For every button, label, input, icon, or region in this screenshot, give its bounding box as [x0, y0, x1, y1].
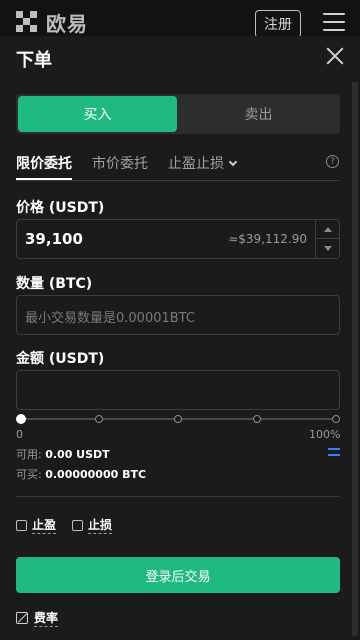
top-bar: 欧易 注册 — [0, 0, 360, 36]
chevron-down-icon — [228, 157, 238, 167]
amount-slider[interactable] — [16, 412, 340, 426]
scrollbar[interactable] — [352, 82, 358, 636]
swap-icon[interactable] — [327, 445, 341, 459]
price-label: 价格 (USDT) — [16, 200, 105, 216]
amount-label: 数量 (BTC) — [16, 276, 93, 292]
buyable-value: 0.00000000 BTC — [45, 468, 147, 481]
panel-header: 下单 — [0, 36, 360, 82]
price-stepper — [315, 220, 339, 258]
tab-tp-sl[interactable]: 止盈止损 — [168, 153, 238, 173]
slider-mark-100[interactable] — [332, 415, 340, 423]
available-balance: 可用: 0.00 USDT — [16, 446, 110, 462]
login-to-trade-button[interactable]: 登录后交易 — [16, 557, 340, 593]
slider-mark-25[interactable] — [95, 415, 103, 423]
fee-rate-link[interactable]: 费率 — [16, 609, 59, 627]
price-value: 39,100 — [25, 230, 83, 248]
take-profit-checkbox[interactable] — [16, 519, 27, 531]
help-icon[interactable]: ? — [326, 155, 339, 168]
tab-market-order[interactable]: 市价委托 — [92, 153, 148, 173]
menu-icon[interactable] — [323, 12, 345, 32]
tabs-divider — [16, 180, 340, 181]
tab-tp-sl-label: 止盈止损 — [168, 156, 224, 172]
stop-loss-checkbox[interactable] — [72, 519, 83, 531]
slider-thumb[interactable] — [16, 414, 26, 424]
tab-limit-order[interactable]: 限价委托 — [16, 153, 72, 173]
arrow-down-icon — [323, 246, 332, 251]
take-profit-option[interactable]: 止盈 — [16, 516, 57, 534]
sell-tab[interactable]: 卖出 — [179, 96, 338, 132]
total-label: 金额 (USDT) — [16, 351, 105, 367]
stop-loss-label: 止损 — [88, 518, 113, 534]
buyable-prefix: 可买: — [16, 468, 46, 481]
section-divider — [16, 496, 340, 497]
available-prefix: 可用: — [16, 448, 46, 461]
take-profit-label: 止盈 — [32, 518, 57, 534]
buyable-amount: 可买: 0.00000000 BTC — [16, 466, 146, 482]
slider-mark-50[interactable] — [174, 415, 182, 423]
fee-label: 费率 — [34, 611, 59, 627]
buy-tab[interactable]: 买入 — [18, 96, 177, 132]
okx-logo-icon — [16, 11, 38, 33]
logo-text: 欧易 — [46, 11, 88, 36]
order-type-tabs: 限价委托 市价委托 止盈止损 — [16, 151, 340, 181]
slider-max-label: 100% — [309, 428, 341, 441]
slider-min-label: 0 — [16, 428, 23, 441]
total-input[interactable] — [16, 370, 340, 410]
available-value: 0.00 USDT — [45, 448, 110, 461]
arrow-up-icon — [323, 226, 332, 232]
panel-title: 下单 — [16, 50, 52, 71]
price-increment-button[interactable] — [316, 220, 339, 239]
register-button[interactable]: 注册 — [255, 10, 301, 36]
fee-icon — [16, 612, 28, 624]
price-input[interactable]: 39,100 ≈$39,112.90 — [16, 219, 340, 259]
price-approx: ≈$39,112.90 — [228, 232, 307, 246]
side-toggle: 买入 卖出 — [16, 94, 340, 134]
amount-placeholder: 最小交易数量是0.00001BTC — [25, 311, 195, 326]
price-decrement-button[interactable] — [316, 239, 339, 258]
stop-loss-option[interactable]: 止损 — [72, 516, 113, 534]
slider-mark-75[interactable] — [253, 415, 261, 423]
close-icon[interactable] — [326, 47, 344, 65]
amount-input[interactable]: 最小交易数量是0.00001BTC — [16, 295, 340, 335]
okx-logo[interactable]: 欧易 — [16, 10, 88, 36]
